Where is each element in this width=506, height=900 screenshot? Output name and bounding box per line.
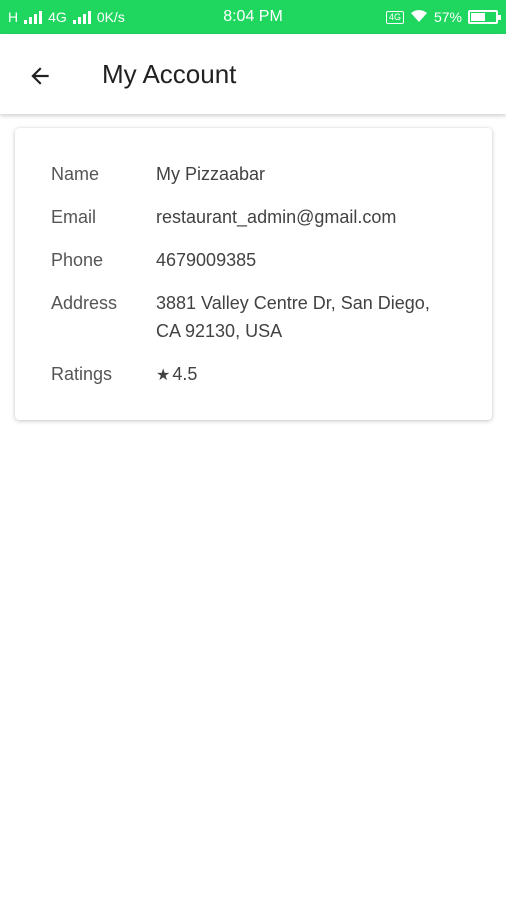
signal-icon-2 xyxy=(72,10,91,24)
address-line-1: 3881 Valley Centre Dr, San Diego, xyxy=(156,293,430,313)
arrow-left-icon xyxy=(31,67,49,85)
phone-label: Phone xyxy=(51,250,104,270)
status-bar-right: 4G 57% xyxy=(385,0,501,34)
status-bar: H 4G 0K/s 8:04 PM 4G 57% xyxy=(0,0,506,34)
ratings-value: 4.5 xyxy=(172,364,198,384)
account-details-card: Name My Pizzaabar Email restaurant_admin… xyxy=(15,128,492,420)
star-icon: ★ xyxy=(156,367,171,384)
address-label: Address xyxy=(51,293,118,313)
signal-icon xyxy=(24,10,43,24)
name-value: My Pizzaabar xyxy=(156,164,266,184)
page-title: My Account xyxy=(102,58,237,89)
email-label: Email xyxy=(51,207,97,227)
ratings-value-container: ★ 4.5 xyxy=(156,360,476,390)
battery-level-fill xyxy=(471,13,485,21)
network-type: 4G xyxy=(48,9,67,25)
phone-value: 4679009385 xyxy=(156,250,257,270)
volte-icon: 4G xyxy=(385,10,404,24)
address-value: 3881 Valley Centre Dr, San Diego, CA 921… xyxy=(156,289,476,345)
app-bar: My Account xyxy=(0,34,506,114)
name-label: Name xyxy=(51,164,100,184)
back-button[interactable] xyxy=(18,54,62,98)
network-speed: 0K/s xyxy=(96,9,125,25)
battery-percent: 57% xyxy=(433,9,462,25)
status-bar-left: H 4G 0K/s xyxy=(8,0,125,34)
ratings-label: Ratings xyxy=(51,364,113,384)
email-value: restaurant_admin@gmail.com xyxy=(156,207,397,227)
carrier-label: H xyxy=(8,9,19,25)
wifi-icon xyxy=(410,9,428,26)
battery-icon xyxy=(468,10,501,24)
address-line-2: CA 92130, USA xyxy=(156,321,283,341)
